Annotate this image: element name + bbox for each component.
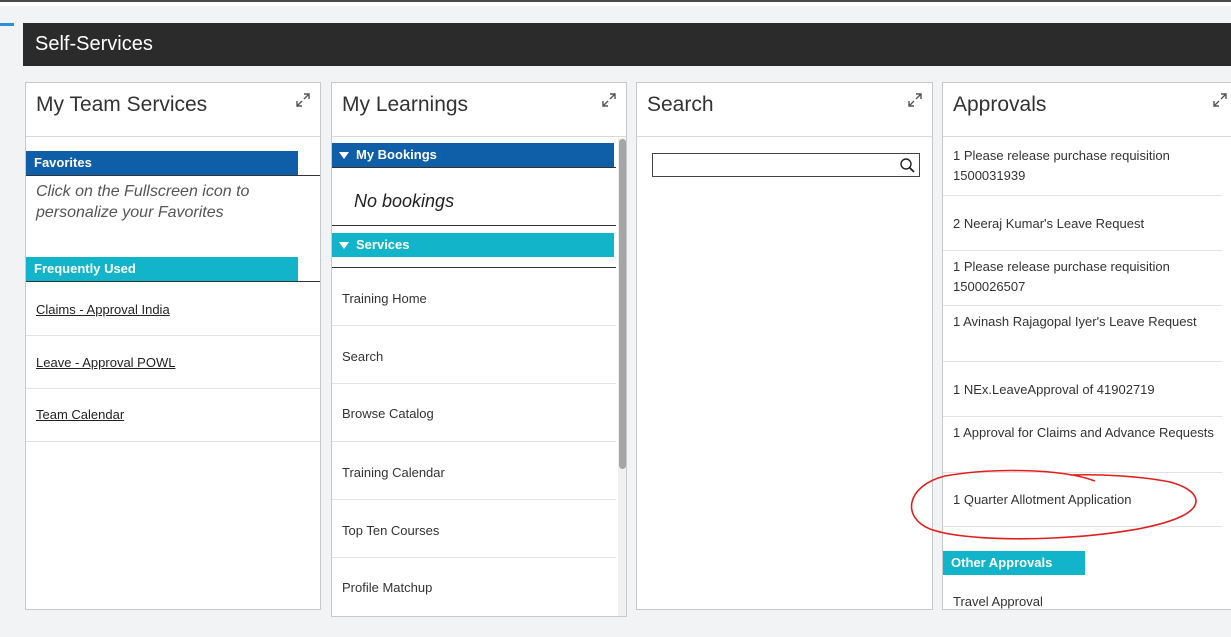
service-profile-matchup[interactable]: Profile Matchup — [342, 580, 432, 595]
favorites-header: Favorites — [26, 151, 298, 175]
page-header: Self-Services — [23, 23, 1231, 66]
link-claims-approval[interactable]: Claims - Approval India — [36, 302, 170, 317]
search-panel: Search — [636, 82, 933, 610]
service-training-home[interactable]: Training Home — [342, 291, 427, 306]
search-icon[interactable] — [899, 157, 915, 173]
link-leave-approval[interactable]: Leave - Approval POWL — [36, 355, 175, 370]
service-search[interactable]: Search — [342, 349, 383, 364]
approvals-title: Approvals — [953, 93, 1047, 116]
approval-item[interactable]: 1 Approval for Claims and Advance Reques… — [953, 423, 1223, 443]
approval-item[interactable]: 1 NEx.LeaveApproval of 41902719 — [953, 380, 1223, 400]
scrollbar-thumb[interactable] — [619, 139, 626, 469]
accent-strip — [0, 23, 14, 26]
favorites-hint: Click on the Fullscreen icon to personal… — [36, 183, 250, 221]
service-browse-catalog[interactable]: Browse Catalog — [342, 406, 434, 421]
approval-item[interactable]: 1 Avinash Rajagopal Iyer's Leave Request — [953, 312, 1223, 332]
other-approval-item[interactable]: Travel Approval — [953, 592, 1223, 609]
approval-item[interactable]: 1 Quarter Allotment Application — [953, 490, 1223, 510]
team-services-panel: My Team Services Favorites Click on the … — [25, 82, 321, 610]
triangle-down-icon — [339, 242, 349, 249]
no-bookings-text: No bookings — [354, 191, 455, 211]
approval-item[interactable]: 2 Neeraj Kumar's Leave Request — [953, 214, 1223, 234]
search-input[interactable] — [652, 153, 920, 177]
service-top-ten-courses[interactable]: Top Ten Courses — [342, 523, 439, 538]
expand-icon[interactable] — [1213, 93, 1227, 107]
expand-icon[interactable] — [908, 93, 922, 107]
page-title: Self-Services — [35, 33, 153, 55]
frequently-used-header: Frequently Used — [26, 257, 298, 281]
services-header[interactable]: Services — [332, 233, 614, 257]
learnings-title: My Learnings — [342, 93, 469, 116]
triangle-down-icon — [339, 152, 349, 159]
approvals-panel: Approvals 1 Please release purchase requ… — [942, 82, 1231, 610]
expand-icon[interactable] — [602, 93, 616, 107]
top-frame — [0, 0, 1231, 6]
service-training-calendar[interactable]: Training Calendar — [342, 465, 445, 480]
expand-icon[interactable] — [296, 93, 310, 107]
learnings-panel: My Learnings My Bookings No bookings Ser… — [331, 82, 627, 617]
link-team-calendar[interactable]: Team Calendar — [36, 407, 124, 422]
approval-item[interactable]: 1 Please release purchase requisition 15… — [953, 257, 1223, 297]
team-services-title: My Team Services — [36, 93, 208, 116]
other-approvals-header: Other Approvals — [943, 551, 1085, 575]
my-bookings-header[interactable]: My Bookings — [332, 143, 614, 167]
approval-item[interactable]: 1 Please release purchase requisition 15… — [953, 146, 1223, 186]
search-title: Search — [647, 93, 714, 116]
